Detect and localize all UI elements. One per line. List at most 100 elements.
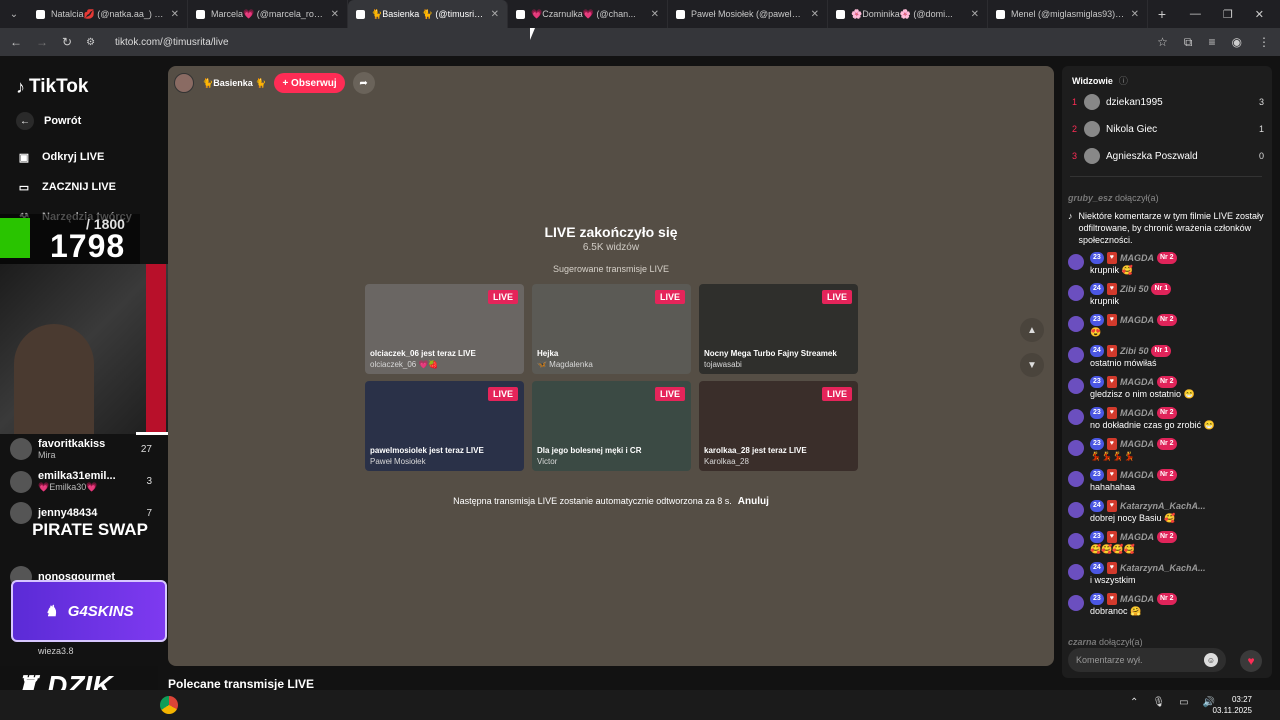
bookmark-star-icon[interactable]: ☆ xyxy=(1157,35,1168,50)
url-text[interactable]: tiktok.com/@timusrita/live xyxy=(115,37,229,48)
forward-icon[interactable]: → xyxy=(36,35,48,49)
level-badge: 23 xyxy=(1090,407,1104,419)
tiktok-favicon-icon xyxy=(356,9,365,19)
chat-avatar[interactable] xyxy=(1068,502,1084,518)
host-name[interactable]: 🐈Basienka 🐈 xyxy=(202,78,266,89)
chat-avatar[interactable] xyxy=(1068,533,1084,549)
suggested-card[interactable]: LIVE olciaczek_06 jest teraz LIVE olciacze… xyxy=(365,284,524,374)
menu-kebab-icon[interactable]: ⋮ xyxy=(1258,35,1270,50)
comment-input[interactable]: Komentarze wył. ☺ xyxy=(1068,648,1226,672)
network-icon[interactable]: ▭ xyxy=(1179,697,1188,708)
suggested-card[interactable]: LIVE pawelmosiolek jest teraz LIVE Paweł M… xyxy=(365,381,524,471)
share-icon[interactable]: ➦ xyxy=(352,72,375,94)
viewer-avatar[interactable] xyxy=(1084,148,1100,164)
heart-icon[interactable]: ♥ xyxy=(1240,650,1262,672)
chat-username[interactable]: MAGDA xyxy=(1120,593,1154,605)
suggested-card[interactable]: LIVE Nocny Mega Turbo Fajny Streamek tojaw… xyxy=(699,284,858,374)
card-title: olciaczek_06 jest teraz LIVE xyxy=(370,349,476,358)
minimize-icon[interactable]: — xyxy=(1190,8,1201,21)
chat-avatar[interactable] xyxy=(1068,595,1084,611)
back-icon[interactable]: ← xyxy=(10,35,22,49)
level-badge: 24 xyxy=(1090,345,1104,357)
browser-tab[interactable]: Menel (@miglasmiglas93) prow... ✕ xyxy=(988,0,1148,28)
mic-icon[interactable]: 🎙 xyxy=(1152,697,1165,708)
chat-username[interactable]: MAGDA xyxy=(1120,438,1154,450)
chat-avatar[interactable] xyxy=(1068,347,1084,363)
media-controls-icon[interactable]: ≡ xyxy=(1209,35,1216,50)
chat-avatar[interactable] xyxy=(1068,471,1084,487)
cancel-autoplay-button[interactable]: Anuluj xyxy=(738,496,769,507)
clock[interactable]: 03:27 03.11.2025 xyxy=(1206,694,1252,716)
chat-username[interactable]: MAGDA xyxy=(1120,314,1154,326)
browser-tab[interactable]: Marcela💗 (@marcela_rozum) ... ✕ xyxy=(188,0,348,28)
account-avatar[interactable] xyxy=(10,502,32,524)
tab-close-icon[interactable]: ✕ xyxy=(171,9,179,20)
chat-body: 23 ♥ MAGDA Nr 2 🥰🥰🥰🥰 xyxy=(1090,531,1177,555)
tab-close-icon[interactable]: ✕ xyxy=(331,9,339,20)
tiktok-logo[interactable]: ♪ TikTok xyxy=(16,76,88,98)
restore-icon[interactable]: ❐ xyxy=(1223,8,1233,21)
browser-tab[interactable]: 🐈Basienka 🐈 (@timusrita) ... ✕ xyxy=(348,0,508,28)
chat-username[interactable]: KatarzynA_KachA... xyxy=(1120,562,1206,574)
account-row[interactable]: favoritkakiss Mira 27 xyxy=(10,438,152,460)
reload-icon[interactable]: ↻ xyxy=(62,35,72,49)
chat-avatar[interactable] xyxy=(1068,316,1084,332)
chat-username[interactable]: KatarzynA_KachA... xyxy=(1120,500,1206,512)
chrome-icon[interactable] xyxy=(160,696,178,714)
browser-tab[interactable]: 🌸Dominika🌸 (@domi... ✕ xyxy=(828,0,988,28)
viewer-row[interactable]: 1 dziekan1995 3 xyxy=(1072,94,1264,110)
chat-avatar[interactable] xyxy=(1068,409,1084,425)
browser-tab[interactable]: Paweł Mosiołek (@pawelmosio... ✕ xyxy=(668,0,828,28)
chat-avatar[interactable] xyxy=(1068,440,1084,456)
browser-tab[interactable]: 💗Czarnulka💗 (@chan... ✕ xyxy=(508,0,668,28)
chat-avatar[interactable] xyxy=(1068,378,1084,394)
new-tab-button[interactable]: + xyxy=(1148,6,1176,22)
chat-avatar[interactable] xyxy=(1068,564,1084,580)
chat-username[interactable]: MAGDA xyxy=(1120,407,1154,419)
chat-username[interactable]: Zibi 50 xyxy=(1120,283,1149,295)
tab-search-chevron-icon[interactable]: ⌄ xyxy=(0,0,28,28)
tab-close-icon[interactable]: ✕ xyxy=(971,9,979,20)
back-button[interactable]: ← Powrót xyxy=(16,112,81,130)
emoji-icon[interactable]: ☺ xyxy=(1204,653,1218,667)
chat-avatar[interactable] xyxy=(1068,254,1084,270)
tab-close-icon[interactable]: ✕ xyxy=(1131,9,1139,20)
gift-badge-icon: ♥ xyxy=(1106,376,1117,388)
chat-username[interactable]: MAGDA xyxy=(1120,252,1154,264)
chat-username[interactable]: Zibi 50 xyxy=(1120,345,1149,357)
tab-close-icon[interactable]: ✕ xyxy=(491,9,499,20)
suggested-card[interactable]: LIVE Dla jego bolesnej męki i CR Victor xyxy=(532,381,691,471)
viewer-row[interactable]: 2 Nikola Giec 1 xyxy=(1072,121,1264,137)
account-avatar[interactable] xyxy=(10,470,32,493)
chat-username[interactable]: MAGDA xyxy=(1120,531,1154,543)
suggested-card[interactable]: LIVE Hejka 🦋 Magdalenka xyxy=(532,284,691,374)
suggested-grid: LIVE olciaczek_06 jest teraz LIVE olciacze… xyxy=(365,284,858,474)
viewer-avatar[interactable] xyxy=(1084,94,1100,110)
chat-username[interactable]: MAGDA xyxy=(1120,376,1154,388)
suggested-card[interactable]: LIVE karolkaa_28 jest teraz LIVE Karolkaa_… xyxy=(699,381,858,471)
host-avatar[interactable] xyxy=(174,73,194,93)
account-avatar[interactable] xyxy=(10,438,32,460)
browser-tab[interactable]: Natalcia💋 (@natka.aa_) prowa... ✕ xyxy=(28,0,188,28)
chevron-down-icon[interactable]: ▼ xyxy=(1020,353,1044,377)
sidebar-item-start-live[interactable]: ▭ ZACZNIJ LIVE xyxy=(16,179,116,195)
help-icon[interactable]: ⓘ xyxy=(1119,74,1128,87)
account-row[interactable]: emilka31emil... 💗Emilka30💗 3 xyxy=(10,470,152,493)
sidebar-item-discover-live[interactable]: ▣ Odkryj LIVE xyxy=(16,149,105,165)
viewer-avatar[interactable] xyxy=(1084,121,1100,137)
site-info-icon[interactable]: ⚙ xyxy=(86,37,95,48)
profile-icon[interactable]: ◉ xyxy=(1232,35,1242,50)
chat-message: 23 ♥ MAGDA Nr 2 😍 xyxy=(1068,314,1266,338)
chevron-up-icon[interactable]: ▲ xyxy=(1020,318,1044,342)
chat-username[interactable]: MAGDA xyxy=(1120,469,1154,481)
extensions-icon[interactable]: ⧉ xyxy=(1184,35,1193,50)
chat-avatar[interactable] xyxy=(1068,285,1084,301)
viewer-row[interactable]: 3 Agnieszka Poszwald 0 xyxy=(1072,148,1264,164)
tray-chevron-icon[interactable]: ⌃ xyxy=(1130,697,1138,708)
tab-title: Natalcia💋 (@natka.aa_) prowa... xyxy=(51,8,165,19)
close-window-icon[interactable]: ✕ xyxy=(1255,8,1264,21)
follow-button[interactable]: + Obserwuj xyxy=(274,73,345,93)
tab-close-icon[interactable]: ✕ xyxy=(811,9,819,20)
tab-close-icon[interactable]: ✕ xyxy=(651,9,659,20)
tab-title: 🌸Dominika🌸 (@domi... xyxy=(851,8,953,19)
